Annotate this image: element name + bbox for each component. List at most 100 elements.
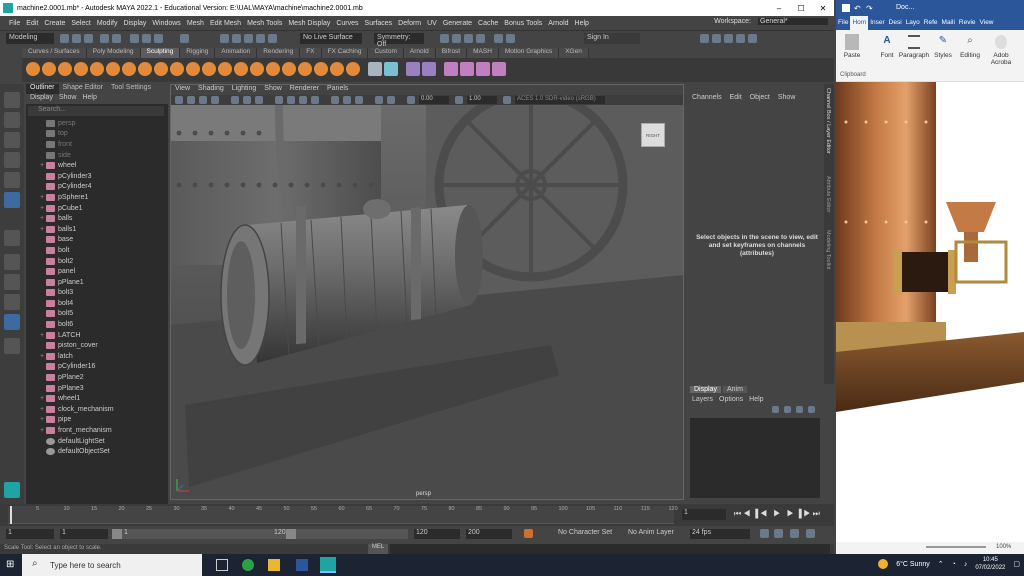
outliner-item[interactable]: top: [26, 129, 168, 140]
outliner-item[interactable]: + pCube1: [26, 203, 168, 214]
shape-editor-icon[interactable]: [460, 62, 474, 76]
outliner-item[interactable]: pPlane1: [26, 277, 168, 288]
file-explorer-icon[interactable]: [268, 559, 280, 571]
scrape-brush-icon[interactable]: [202, 62, 216, 76]
attribute-editor-icon[interactable]: [724, 34, 733, 43]
maya-taskbar-icon[interactable]: [320, 557, 336, 573]
outliner-item[interactable]: bolt4: [26, 298, 168, 309]
range-end-field[interactable]: 120: [414, 529, 460, 539]
zoom-slider[interactable]: [926, 546, 986, 548]
outliner-item[interactable]: bolt5: [26, 309, 168, 320]
outliner-item[interactable]: + balls: [26, 213, 168, 224]
expand-plus-icon[interactable]: +: [38, 395, 46, 402]
word-tab-references[interactable]: Refe: [922, 16, 940, 30]
outliner-item[interactable]: + wheel1: [26, 393, 168, 404]
anim-layer-dropdown[interactable]: No Anim Layer: [626, 529, 686, 539]
wireframe-icon[interactable]: [275, 96, 283, 104]
workspace-dropdown[interactable]: General*: [758, 18, 828, 25]
xray-icon[interactable]: [387, 96, 395, 104]
layer-menu-help[interactable]: Help: [749, 396, 763, 403]
menu-modify[interactable]: Modify: [94, 20, 121, 27]
undo-icon[interactable]: [100, 34, 109, 43]
command-input[interactable]: [390, 544, 830, 554]
render-settings-icon[interactable]: [464, 34, 473, 43]
move-layer-down-icon[interactable]: [784, 406, 791, 413]
menu-create[interactable]: Create: [41, 20, 68, 27]
audio-icon[interactable]: [774, 529, 783, 538]
menu-cache[interactable]: Cache: [475, 20, 501, 27]
menu-display[interactable]: Display: [120, 20, 149, 27]
playback-controls[interactable]: ⏮◀▐◀ ▶ ▶▐▶⏭: [734, 509, 822, 519]
volume-icon[interactable]: ♪: [964, 561, 968, 568]
color-management-icon[interactable]: [503, 96, 511, 104]
open-scene-icon[interactable]: [72, 34, 81, 43]
amplify-brush-icon[interactable]: [282, 62, 296, 76]
persp-outliner-layout-icon[interactable]: [4, 314, 20, 330]
select-tool-icon[interactable]: [4, 92, 20, 108]
expand-plus-icon[interactable]: +: [38, 226, 46, 233]
outliner-item[interactable]: + pSphere1: [26, 192, 168, 203]
outliner-item[interactable]: bolt: [26, 245, 168, 256]
shelf-tab-fx[interactable]: FX: [300, 48, 322, 58]
unmask-brush-icon[interactable]: [346, 62, 360, 76]
isolate-select-icon[interactable]: [375, 96, 383, 104]
bulge-brush-icon[interactable]: [266, 62, 280, 76]
ipr-render-icon[interactable]: [452, 34, 461, 43]
channel-menu-edit[interactable]: Edit: [730, 94, 742, 101]
range-handle-start[interactable]: [112, 529, 122, 539]
snap-surface-icon[interactable]: [268, 34, 277, 43]
erase-brush-icon[interactable]: [314, 62, 328, 76]
outliner-item[interactable]: bolt6: [26, 319, 168, 330]
word-taskbar-icon[interactable]: [296, 559, 308, 571]
select-by-component-icon[interactable]: [154, 34, 163, 43]
viewport-menu-panels[interactable]: Panels: [327, 85, 348, 95]
editing-group[interactable]: ⌕ Editing: [956, 32, 984, 59]
outliner-item[interactable]: side: [26, 150, 168, 161]
outliner-item[interactable]: front: [26, 139, 168, 150]
mask-brush-icon[interactable]: [330, 62, 344, 76]
menu-file[interactable]: File: [6, 20, 23, 27]
channel-box-icon[interactable]: [748, 34, 757, 43]
channel-menu-show[interactable]: Show: [778, 94, 796, 101]
grab-brush-icon[interactable]: [74, 62, 88, 76]
outliner-item[interactable]: + clock_mechanism: [26, 404, 168, 415]
outliner-item[interactable]: + balls1: [26, 224, 168, 235]
search-icon[interactable]: [4, 338, 20, 354]
channel-menu-object[interactable]: Object: [750, 94, 770, 101]
tab-shape-editor[interactable]: Shape Editor: [59, 84, 107, 94]
start-frame-field[interactable]: 1: [6, 529, 54, 539]
shelf-tab-xgen[interactable]: XGen: [559, 48, 589, 58]
outliner-item[interactable]: defaultLightSet: [26, 436, 168, 447]
shelf-tab-bifrost[interactable]: Bifrost: [435, 48, 468, 58]
shelf-tab-rendering[interactable]: Rendering: [257, 48, 301, 58]
arnold-ipr-icon[interactable]: [506, 34, 515, 43]
paragraph-group[interactable]: Paragraph: [898, 32, 930, 59]
character-set-dropdown[interactable]: No Character Set: [556, 529, 616, 539]
sculpt-layer-icon[interactable]: [384, 62, 398, 76]
expand-plus-icon[interactable]: +: [38, 332, 46, 339]
pose-editor-icon[interactable]: [476, 62, 490, 76]
menu-arnold[interactable]: Arnold: [545, 20, 571, 27]
shelf-tab-custom[interactable]: Custom: [368, 48, 404, 58]
exposure-icon[interactable]: [407, 96, 415, 104]
snap-view-icon[interactable]: [256, 34, 265, 43]
four-view-layout-icon[interactable]: [4, 254, 20, 270]
expand-plus-icon[interactable]: +: [38, 162, 46, 169]
outliner-item[interactable]: pCylinder16: [26, 362, 168, 373]
smooth-shade-icon[interactable]: [287, 96, 295, 104]
move-layer-up-icon[interactable]: [772, 406, 779, 413]
viewport-menu-renderer[interactable]: Renderer: [290, 85, 319, 95]
menu-mesh-display[interactable]: Mesh Display: [285, 20, 333, 27]
hypershade-icon[interactable]: [476, 34, 485, 43]
shelf-tab-fx-caching[interactable]: FX Caching: [321, 48, 369, 58]
notifications-icon[interactable]: ▢: [1013, 560, 1020, 568]
range-start-field[interactable]: 1: [60, 529, 108, 539]
pinch-brush-icon[interactable]: [90, 62, 104, 76]
outliner-item[interactable]: + wheel: [26, 160, 168, 171]
tool-settings-icon[interactable]: [736, 34, 745, 43]
task-view-icon[interactable]: [216, 559, 228, 571]
outliner-item[interactable]: pPlane2: [26, 372, 168, 383]
menu-edit-mesh[interactable]: Edit Mesh: [207, 20, 244, 27]
tension-icon[interactable]: [492, 62, 506, 76]
sign-in-button[interactable]: Sign In: [584, 33, 640, 44]
